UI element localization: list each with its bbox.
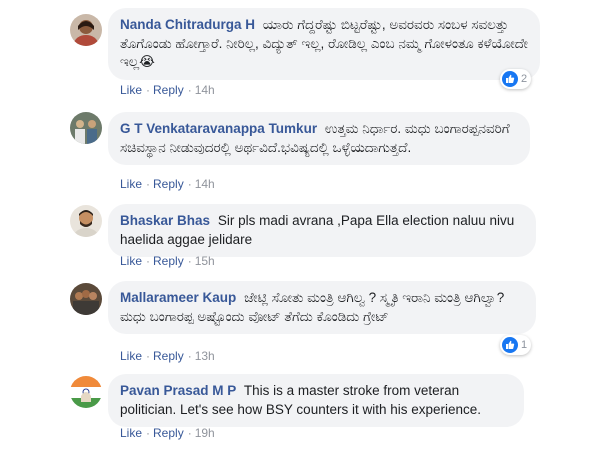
timestamp[interactable]: 14h [195,83,215,97]
reply-link[interactable]: Reply [153,426,184,440]
timestamp[interactable]: 15h [195,254,215,268]
like-link[interactable]: Like [120,349,142,363]
separator: · [146,83,151,97]
reply-link[interactable]: Reply [153,254,184,268]
comment-author[interactable]: Mallarameer Kaup [120,290,236,305]
comment-bubble: Bhaskar Bhas Sir pls madi avrana ,Papa E… [108,204,536,257]
timestamp[interactable]: 13h [195,349,215,363]
comment-bubble: Pavan Prasad M P This is a master stroke… [108,374,524,427]
like-link[interactable]: Like [120,254,142,268]
separator: · [146,349,151,363]
like-link[interactable]: Like [120,177,142,191]
reply-link[interactable]: Reply [153,349,184,363]
woman-avatar-icon[interactable] [70,14,102,46]
separator: · [187,349,192,363]
like-link[interactable]: Like [120,83,142,97]
separator: · [187,83,192,97]
separator: · [146,426,151,440]
crowd-avatar-icon[interactable] [70,283,102,315]
comment-actions: Like · Reply · 13h [120,349,219,363]
comment-actions: Like · Reply · 19h [120,426,219,440]
timestamp[interactable]: 19h [195,426,215,440]
reply-link[interactable]: Reply [153,177,184,191]
separator: · [146,177,151,191]
comment-bubble: Nanda Chitradurga H ಯಾರು ಗೆದ್ದರೆಷ್ಟು ಬಿಟ… [108,8,540,80]
reaction-count[interactable]: 2 [500,69,532,89]
comment-bubble: G T Venkataravanappa Tumkur ಉತ್ತಮ ನಿರ್ಧಾ… [108,112,530,165]
comment-author[interactable]: Pavan Prasad M P [120,383,236,398]
separator: · [187,177,192,191]
reaction-count-text: 1 [521,339,528,351]
comment-author[interactable]: Bhaskar Bhas [120,213,210,228]
separator: · [187,254,192,268]
comment-author[interactable]: Nanda Chitradurga H [120,17,255,32]
group-avatar-icon[interactable] [70,112,102,144]
timestamp[interactable]: 14h [195,177,215,191]
comment-actions: Like · Reply · 14h [120,177,219,191]
flag-avatar-icon[interactable] [70,376,102,408]
comment-author[interactable]: G T Venkataravanappa Tumkur [120,121,317,136]
reply-link[interactable]: Reply [153,83,184,97]
comment-bubble: Mallarameer Kaup ಜೇಟ್ಲಿ ಸೋತು ಮಂತ್ರಿ ಆಗಿಲ… [108,281,536,334]
separator: · [187,426,192,440]
comment-actions: Like · Reply · 14h [120,83,219,97]
separator: · [146,254,151,268]
reaction-count-text: 2 [521,73,528,85]
thumbs-up-icon [502,337,518,353]
man-avatar-icon[interactable] [70,205,102,237]
reaction-count[interactable]: 1 [500,335,532,355]
thumbs-up-icon [502,71,518,87]
comment-actions: Like · Reply · 15h [120,254,219,268]
like-link[interactable]: Like [120,426,142,440]
